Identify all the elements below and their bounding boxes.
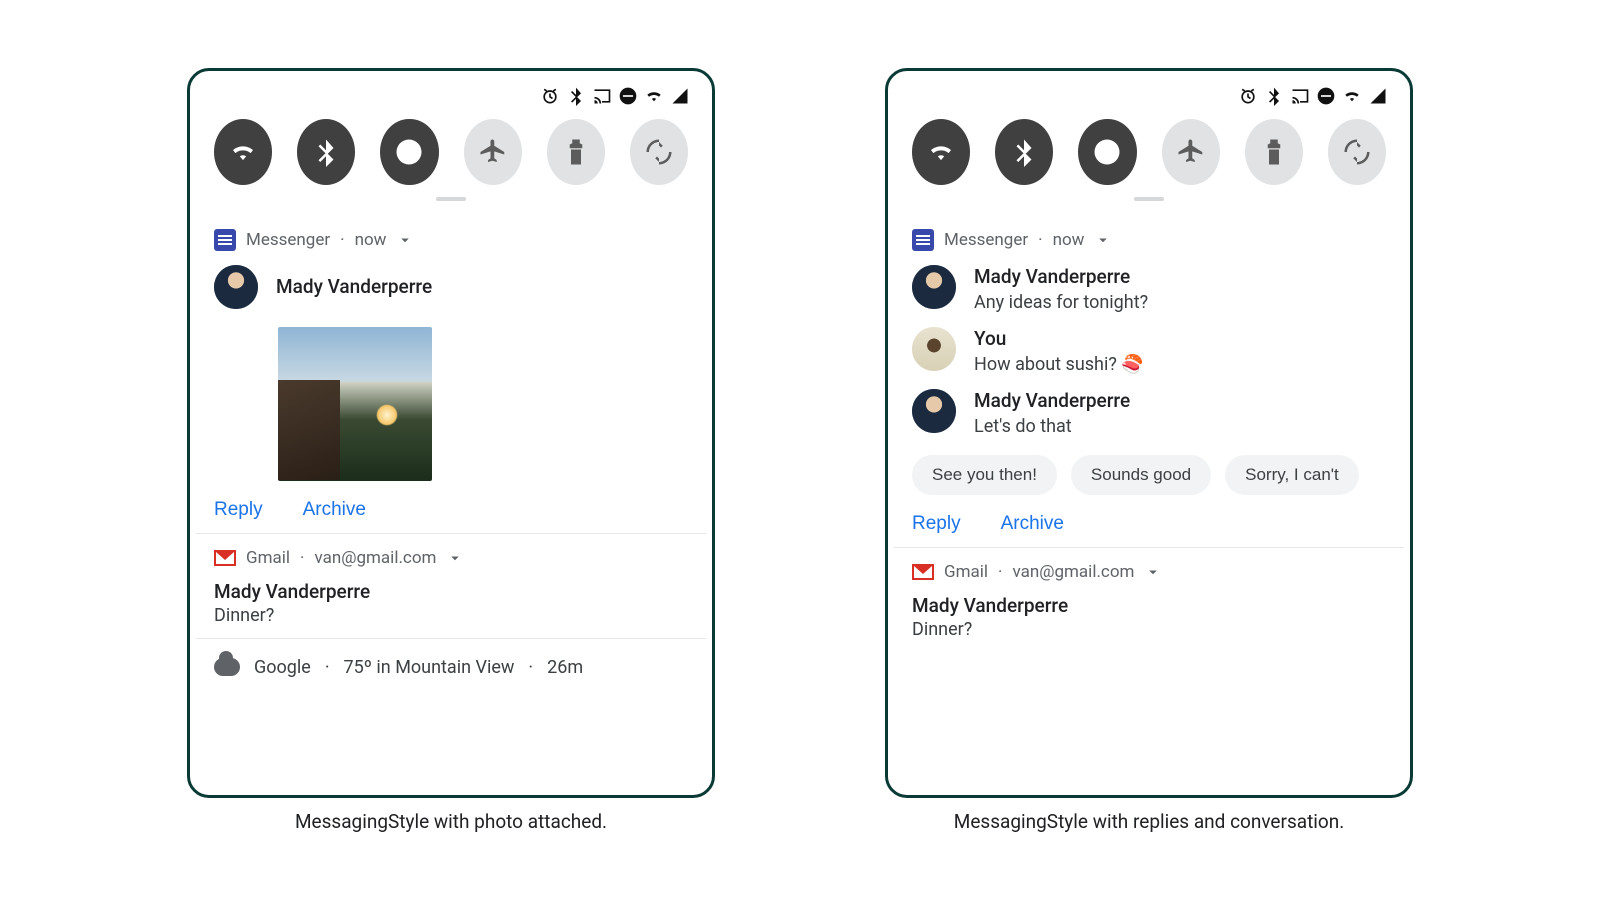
- caption-left: MessagingStyle with photo attached.: [187, 810, 715, 833]
- app-name: Gmail: [944, 562, 988, 582]
- message-row: You How about sushi? 🍣: [912, 327, 1386, 375]
- email-subject: Dinner?: [214, 605, 688, 626]
- notification-list: Messenger · now Mady Vanderperre Reply A…: [196, 215, 706, 789]
- notif-time: now: [355, 230, 387, 250]
- message-text: Let's do that: [974, 416, 1130, 437]
- avatar: [912, 327, 956, 371]
- chevron-down-icon[interactable]: [396, 231, 414, 249]
- wifi-toggle[interactable]: [214, 119, 272, 185]
- airplane-toggle[interactable]: [1162, 119, 1220, 185]
- email-sender: Mady Vanderperre: [214, 580, 688, 603]
- smart-reply-chip[interactable]: Sorry, I can't: [1225, 455, 1359, 495]
- archive-button[interactable]: Archive: [303, 499, 366, 521]
- gmail-notification[interactable]: Gmail · van@gmail.com Mady Vanderperre D…: [196, 534, 706, 639]
- bluetooth-icon: [1264, 86, 1284, 106]
- dnd-toggle[interactable]: [1078, 119, 1136, 185]
- archive-button[interactable]: Archive: [1001, 513, 1064, 535]
- gmail-notification[interactable]: Gmail · van@gmail.com Mady Vanderperre D…: [894, 548, 1404, 652]
- airplane-toggle[interactable]: [464, 119, 522, 185]
- account-email: van@gmail.com: [314, 548, 436, 568]
- flashlight-toggle[interactable]: [547, 119, 605, 185]
- message-text: How about sushi? 🍣: [974, 354, 1144, 375]
- wifi-toggle[interactable]: [912, 119, 970, 185]
- gmail-app-icon: [214, 550, 236, 566]
- messenger-app-icon: [214, 229, 236, 251]
- sender-name: Mady Vanderperre: [974, 265, 1148, 288]
- status-bar: [904, 83, 1394, 109]
- dnd-icon: [1316, 86, 1336, 106]
- cloud-icon: [214, 658, 240, 676]
- message-row: Mady Vanderperre Let's do that: [912, 389, 1386, 437]
- attached-photo[interactable]: [278, 327, 432, 481]
- weather-summary: 75º in Mountain View: [344, 657, 515, 678]
- quick-settings-panel: [894, 77, 1404, 209]
- messenger-notification[interactable]: Messenger · now Mady Vanderperre Reply A…: [196, 215, 706, 534]
- reply-button[interactable]: Reply: [214, 499, 263, 521]
- app-name: Gmail: [246, 548, 290, 568]
- gmail-app-icon: [912, 564, 934, 580]
- signal-icon: [1368, 86, 1388, 106]
- bluetooth-toggle[interactable]: [297, 119, 355, 185]
- alarm-icon: [1238, 86, 1258, 106]
- weather-notification[interactable]: Google · 75º in Mountain View · 26m: [196, 639, 706, 694]
- flashlight-toggle[interactable]: [1245, 119, 1303, 185]
- smart-reply-chips: See you then! Sounds good Sorry, I can't: [912, 455, 1386, 495]
- phone-right: Messenger · now Mady VanderperreAny idea…: [885, 68, 1413, 798]
- avatar: [912, 265, 956, 309]
- messenger-notification[interactable]: Messenger · now Mady VanderperreAny idea…: [894, 215, 1404, 548]
- app-name: Google: [254, 657, 311, 678]
- bluetooth-icon: [566, 86, 586, 106]
- sender-name: You: [974, 327, 1144, 350]
- email-subject: Dinner?: [912, 619, 1386, 640]
- qs-toggles-row: [904, 109, 1394, 195]
- smart-reply-chip[interactable]: See you then!: [912, 455, 1057, 495]
- sender-name: Mady Vanderperre: [276, 275, 432, 298]
- app-name: Messenger: [944, 230, 1028, 250]
- account-email: van@gmail.com: [1012, 562, 1134, 582]
- rotate-toggle[interactable]: [1328, 119, 1386, 185]
- cast-icon: [1290, 86, 1310, 106]
- notif-time: now: [1053, 230, 1085, 250]
- cast-icon: [592, 86, 612, 106]
- notification-list: Messenger · now Mady VanderperreAny idea…: [894, 215, 1404, 789]
- wifi-icon: [644, 86, 664, 106]
- phone-left: Messenger · now Mady Vanderperre Reply A…: [187, 68, 715, 798]
- chevron-down-icon[interactable]: [1094, 231, 1112, 249]
- drag-handle[interactable]: [436, 197, 466, 201]
- avatar: [214, 265, 258, 309]
- weather-age: 26m: [547, 657, 583, 678]
- smart-reply-chip[interactable]: Sounds good: [1071, 455, 1211, 495]
- chevron-down-icon[interactable]: [1144, 563, 1162, 581]
- chevron-down-icon[interactable]: [446, 549, 464, 567]
- signal-icon: [670, 86, 690, 106]
- dnd-toggle[interactable]: [380, 119, 438, 185]
- sender-name: Mady Vanderperre: [974, 389, 1130, 412]
- messenger-app-icon: [912, 229, 934, 251]
- reply-button[interactable]: Reply: [912, 513, 961, 535]
- quick-settings-panel: [196, 77, 706, 209]
- dnd-icon: [618, 86, 638, 106]
- message-row: Mady Vanderperre Any ideas for tonight?: [912, 265, 1386, 313]
- message-text: Any ideas for tonight?: [974, 292, 1148, 313]
- rotate-toggle[interactable]: [630, 119, 688, 185]
- app-name: Messenger: [246, 230, 330, 250]
- qs-toggles-row: [206, 109, 696, 195]
- alarm-icon: [540, 86, 560, 106]
- avatar: [912, 389, 956, 433]
- drag-handle[interactable]: [1134, 197, 1164, 201]
- email-sender: Mady Vanderperre: [912, 594, 1386, 617]
- caption-right: MessagingStyle with replies and conversa…: [885, 810, 1413, 833]
- status-bar: [206, 83, 696, 109]
- bluetooth-toggle[interactable]: [995, 119, 1053, 185]
- wifi-icon: [1342, 86, 1362, 106]
